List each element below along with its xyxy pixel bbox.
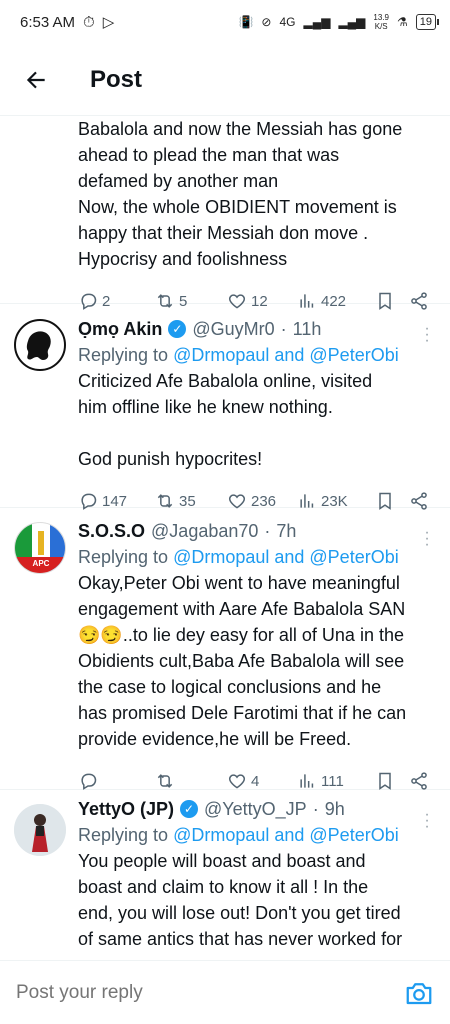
- tweet-card[interactable]: Babalola and now the Messiah has gone ah…: [0, 116, 450, 310]
- mention-links[interactable]: @Drmopaul and @PeterObi: [173, 825, 399, 845]
- mention-links[interactable]: @Drmopaul and @PeterObi: [173, 345, 399, 365]
- tweet-text: Babalola and now the Messiah has gone ah…: [78, 119, 403, 269]
- tweet-card[interactable]: APC · · · S.O.S.O @Jagaban70 · 7h Replying…: [0, 508, 450, 790]
- separator-dot: ·: [280, 319, 287, 339]
- avatar-silhouette-icon: [17, 322, 63, 368]
- tweet-header: S.O.S.O @Jagaban70 · 7h: [78, 518, 434, 544]
- timestamp: 9h: [324, 799, 345, 819]
- views-button[interactable]: 111: [297, 771, 375, 791]
- replying-to-label: Replying to: [78, 825, 174, 845]
- back-button[interactable]: [0, 44, 72, 116]
- battery-level: 19: [419, 16, 432, 28]
- views-icon: [300, 774, 314, 788]
- bookmark-icon: [379, 772, 391, 790]
- network-speed: 13.9 K/S: [373, 13, 389, 31]
- timer-icon: ⏱: [83, 13, 95, 31]
- mention-links[interactable]: @Drmopaul and @PeterObi: [173, 547, 399, 567]
- avatar[interactable]: [14, 804, 66, 856]
- flask-icon: ⚗: [396, 15, 408, 29]
- tweet-header: YettyO (JP) ✓ @YettyO_JP · 9h: [78, 796, 434, 822]
- repost-count: 35: [179, 492, 196, 510]
- signal-icon: ▂▄▆: [303, 15, 331, 29]
- verified-badge-icon: ✓: [168, 320, 187, 338]
- replying-to: Replying to @Drmopaul and @PeterObi: [78, 342, 434, 368]
- bookmark-button[interactable]: [375, 771, 409, 791]
- signal-icon-2: ▂▄▆: [338, 15, 366, 29]
- dnd-icon: ⊘: [261, 15, 272, 29]
- view-count: 111: [321, 772, 344, 790]
- reply-icon: [81, 773, 97, 790]
- speed-value: 13.9: [373, 13, 389, 22]
- heart-icon: [228, 774, 246, 789]
- verified-badge-icon: ✓: [180, 800, 199, 818]
- user-handle[interactable]: @YettyO_JP: [204, 796, 307, 822]
- reply-input[interactable]: [16, 981, 404, 1004]
- user-handle[interactable]: @GuyMr0: [192, 316, 274, 342]
- display-name[interactable]: S.O.S.O: [78, 518, 145, 544]
- network-label: 4G: [279, 15, 296, 29]
- view-count: 23K: [321, 492, 348, 510]
- replying-to: Replying to @Drmopaul and @PeterObi: [78, 822, 434, 848]
- reply-composer: [0, 960, 450, 1024]
- avatar-logo-text: APC: [32, 559, 50, 568]
- repost-button[interactable]: [155, 771, 227, 791]
- separator-dot: ·: [312, 799, 319, 819]
- replying-to: Replying to @Drmopaul and @PeterObi: [78, 544, 434, 570]
- back-arrow-icon: [26, 71, 45, 88]
- status-bar: 6:53 AM ⏱ ▷ 📳 ⊘ 4G ▂▄▆ ▂▄▆ 13.9 K/S ⚗ 19: [0, 0, 450, 44]
- replying-to-label: Replying to: [78, 345, 174, 365]
- play-store-icon: ▷: [102, 14, 115, 31]
- timestamp: 11h: [292, 319, 322, 339]
- camera-icon[interactable]: [404, 978, 434, 1008]
- reply-count: 147: [102, 492, 128, 510]
- share-button[interactable]: [409, 771, 429, 791]
- tweet-text: You people will boast and boast and boas…: [78, 851, 403, 949]
- avatar[interactable]: [14, 319, 66, 371]
- tweet-text: Criticized Afe Babalola online, visited …: [78, 371, 373, 469]
- share-icon: [411, 772, 427, 790]
- repost-icon: [157, 774, 173, 788]
- replying-to-label: Replying to: [78, 547, 174, 567]
- tweet-text: Okay,Peter Obi went to have meaningful e…: [78, 573, 407, 749]
- tweet-card[interactable]: · · · Ọmọ Akin ✓ @GuyMr0 · 11h Replying to…: [0, 304, 450, 510]
- tweet-header: Ọmọ Akin ✓ @GuyMr0 · 11h: [78, 316, 434, 342]
- display-name[interactable]: Ọmọ Akin: [78, 316, 162, 342]
- header: Post: [0, 44, 450, 116]
- like-count: 236: [251, 492, 277, 510]
- page-title: Post: [90, 65, 143, 93]
- battery-icon: 19: [415, 14, 440, 30]
- like-count: 4: [251, 772, 260, 790]
- avatar-person-icon: [14, 804, 66, 856]
- reply-button[interactable]: [78, 771, 155, 791]
- more-options-button[interactable]: · · ·: [422, 807, 432, 835]
- tweet-card[interactable]: · · · YettyO (JP) ✓ @YettyO_JP · 9h Replyi…: [0, 790, 450, 960]
- separator-dot: ·: [264, 521, 271, 541]
- speed-unit: K/S: [374, 22, 388, 31]
- more-options-button[interactable]: · · ·: [422, 321, 432, 349]
- vibrate-icon: 📳: [238, 15, 254, 29]
- more-options-button[interactable]: · · ·: [422, 525, 432, 553]
- user-handle[interactable]: @Jagaban70: [151, 518, 258, 544]
- avatar[interactable]: APC: [14, 522, 66, 574]
- status-time: 6:53 AM: [20, 13, 76, 31]
- timestamp: 7h: [276, 521, 297, 541]
- reply-feed: Babalola and now the Messiah has gone ah…: [0, 116, 450, 960]
- like-button[interactable]: 4: [227, 771, 297, 791]
- display-name[interactable]: YettyO (JP): [78, 796, 174, 822]
